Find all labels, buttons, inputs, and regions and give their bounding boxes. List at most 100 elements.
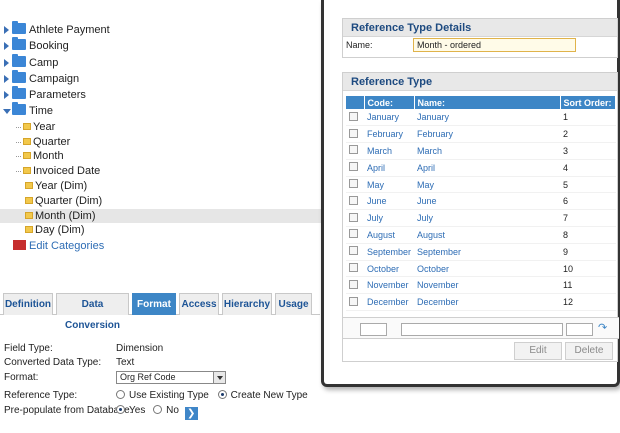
row-sort-order: 9 [560, 243, 616, 261]
row-name[interactable]: October [414, 260, 561, 278]
row-code[interactable]: December [364, 293, 415, 312]
edit-button[interactable]: Edit [514, 342, 562, 360]
row-name[interactable]: February [414, 125, 561, 144]
col-sort-order[interactable]: Sort Order: [560, 96, 617, 109]
row-name[interactable]: September [414, 243, 561, 261]
row-checkbox[interactable] [349, 111, 358, 121]
new-code-input[interactable] [360, 323, 387, 336]
row-name[interactable]: December [414, 293, 561, 312]
row-code[interactable]: January [364, 109, 415, 127]
table-row[interactable]: March March 3 [346, 142, 616, 160]
table-row[interactable]: September September 9 [346, 243, 616, 261]
row-code[interactable]: March [364, 142, 415, 160]
row-checkbox[interactable] [349, 212, 358, 222]
expand-arrow-icon[interactable] [4, 91, 9, 100]
create-new-radio[interactable] [217, 390, 227, 399]
collapse-arrow-icon[interactable] [3, 109, 11, 115]
tree-item-parameters[interactable]: Parameters [0, 86, 322, 103]
col-code[interactable]: Code: [364, 96, 415, 109]
row-checkbox[interactable] [349, 179, 358, 189]
use-existing-radio[interactable] [116, 390, 125, 399]
tree-item-label: Parameters [29, 89, 86, 102]
tree-item-year[interactable]: Year [0, 120, 322, 135]
tab-access[interactable]: Access [179, 293, 219, 315]
tab-data-conversion[interactable]: Data Conversion [56, 293, 129, 331]
row-name[interactable]: May [414, 176, 561, 194]
row-name[interactable]: August [414, 226, 561, 244]
edit-categories-link[interactable]: Edit Categories [0, 238, 322, 254]
row-name[interactable]: March [414, 142, 561, 160]
row-code[interactable]: September [364, 243, 415, 261]
table-row[interactable]: August August 8 [346, 226, 616, 244]
row-code[interactable]: April [364, 159, 415, 177]
delete-button[interactable]: Delete [565, 342, 613, 360]
table-row[interactable]: February February 2 [346, 125, 616, 144]
row-checkbox[interactable] [349, 296, 358, 306]
no-radio[interactable] [153, 405, 163, 414]
table-row[interactable]: April April 4 [346, 159, 616, 177]
tree-item-booking[interactable]: Booking [0, 37, 322, 54]
format-select[interactable]: Org Ref Code [116, 371, 226, 384]
expand-arrow-icon[interactable] [4, 58, 9, 67]
tree-item-athlete-payment[interactable]: Athlete Payment [0, 21, 322, 38]
yes-radio[interactable] [116, 405, 125, 414]
tree-item-camp[interactable]: Camp [0, 53, 322, 71]
row-checkbox[interactable] [349, 229, 358, 239]
table-row[interactable]: June June 6 [346, 192, 616, 211]
edit-categories-label[interactable]: Edit Categories [29, 238, 104, 254]
row-checkbox[interactable] [349, 195, 358, 205]
row-name[interactable]: April [414, 159, 561, 177]
row-checkbox[interactable] [349, 263, 358, 273]
tab-hierarchy[interactable]: Hierarchy [222, 293, 272, 315]
row-checkbox[interactable] [349, 145, 358, 155]
row-name[interactable]: November [414, 276, 561, 295]
row-name[interactable]: January [414, 109, 561, 127]
table-row[interactable]: July July 7 [346, 209, 616, 228]
go-arrow-button[interactable]: ❯ [184, 407, 198, 420]
add-row-icon[interactable]: ↷ [598, 322, 608, 334]
row-checkbox[interactable] [349, 162, 358, 172]
row-code[interactable]: July [364, 209, 415, 228]
row-code[interactable]: August [364, 226, 415, 244]
folder-icon [12, 37, 26, 51]
tab-format[interactable]: Format [132, 293, 176, 315]
row-code[interactable]: June [364, 192, 415, 211]
new-sort-order-input[interactable] [566, 323, 593, 336]
tab-definition[interactable]: Definition [3, 293, 53, 315]
table-row[interactable]: January January 1 [346, 109, 616, 127]
row-checkbox[interactable] [349, 246, 358, 256]
new-name-input[interactable] [401, 323, 563, 336]
chevron-down-icon[interactable] [213, 372, 225, 383]
table-row[interactable]: October October 10 [346, 260, 616, 278]
expand-arrow-icon[interactable] [4, 74, 9, 83]
tree-item-quarter[interactable]: Quarter [0, 135, 322, 150]
expand-arrow-icon[interactable] [4, 26, 9, 34]
row-sort-order: 11 [560, 276, 616, 295]
tree-item-quarter-dim[interactable]: Quarter (Dim) [0, 194, 322, 209]
tree-item-year-dim[interactable]: Year (Dim) [0, 179, 322, 194]
row-code[interactable]: November [364, 276, 415, 295]
tree-item-time[interactable]: Time [0, 102, 322, 119]
row-code[interactable]: February [364, 125, 415, 144]
table-row[interactable]: December December 12 [346, 293, 616, 312]
folder-icon [23, 152, 31, 160]
row-sort-order: 1 [560, 109, 616, 127]
tree-item-month[interactable]: Month [0, 149, 322, 164]
col-name[interactable]: Name: [414, 96, 561, 109]
row-code[interactable]: October [364, 260, 415, 278]
field-type-label: Field Type: [4, 343, 53, 354]
table-row[interactable]: November November 11 [346, 276, 616, 295]
expand-arrow-icon[interactable] [4, 42, 9, 51]
row-checkbox[interactable] [349, 128, 358, 138]
tree-item-invoiced-date[interactable]: Invoiced Date [0, 164, 322, 179]
table-row[interactable]: May May 5 [346, 176, 616, 194]
row-code[interactable]: May [364, 176, 415, 194]
tree-item-day-dim[interactable]: Day (Dim) [0, 223, 322, 238]
tab-usage[interactable]: Usage [275, 293, 312, 315]
row-name[interactable]: June [414, 192, 561, 211]
name-input[interactable]: Month - ordered [413, 38, 576, 52]
row-name[interactable]: July [414, 209, 561, 228]
tree-item-campaign[interactable]: Campaign [0, 69, 322, 87]
tree-item-month-dim[interactable]: Month (Dim) [0, 208, 322, 224]
row-checkbox[interactable] [349, 279, 358, 289]
